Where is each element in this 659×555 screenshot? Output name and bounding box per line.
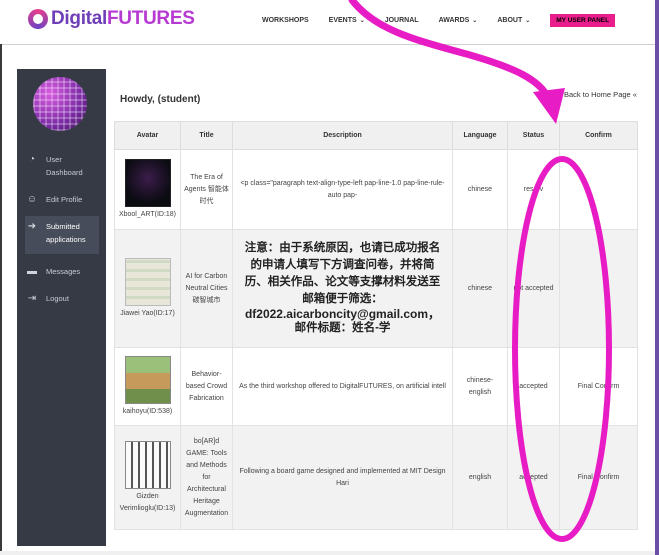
confirm-cell[interactable]: Final Confirm (559, 347, 638, 426)
title-cell: bo[AR]d GAME: Tools and Methods for Arch… (180, 425, 233, 530)
logo-text-futures: FUTURES (106, 8, 195, 29)
column-header-status: Status (507, 121, 560, 150)
main-content: Howdy, (student) Back to Home Page « Ava… (106, 69, 641, 546)
logo-text-digital: Digital (51, 8, 107, 29)
my-user-panel-button[interactable]: MY USER PANEL (550, 14, 616, 27)
column-header-avatar: Avatar (114, 121, 181, 150)
workshop-thumbnail[interactable] (124, 440, 171, 489)
description-cell: 注意：由于系统原因，也请已成功报名 的申请人填写下方调查问卷，并将简 历、相关作… (232, 229, 453, 348)
column-header-description: Description (232, 121, 453, 150)
site-logo[interactable]: DigitalFUTURES (28, 8, 195, 30)
language-cell: english (452, 425, 508, 530)
title-cell: AI for Carbon Neutral Cities 碳智城市 (180, 229, 233, 348)
notice-email: df2022.aicarboncity@gmail.com， (244, 307, 441, 321)
sign-in-icon: ➜ (27, 220, 37, 232)
main-nav: WORKSHOPS EVENTS ⌄ JOURNAL AWARDS ⌄ ABOUT ⌄… (262, 14, 616, 27)
language-cell: chinese (452, 229, 508, 348)
notice-line: 历、相关作品、论文等支撑材料发送至 (244, 276, 441, 288)
nav-events[interactable]: EVENTS ⌄ (329, 17, 365, 24)
description-cell: <p class="paragraph text-align-type-left… (232, 149, 453, 230)
column-header-title: Title (180, 121, 233, 150)
language-cell: chinese-english (452, 347, 508, 426)
table-row: Gizden Verimlioglu(ID:13) bo[AR]d GAME: … (114, 425, 638, 530)
table-row: Jiawei Yao(ID:17) AI for Carbon Neutral … (114, 229, 638, 348)
avatar-cell: Jiawei Yao(ID:17) (114, 229, 181, 348)
nav-workshops[interactable]: WORKSHOPS (262, 17, 309, 24)
back-to-home-link[interactable]: Back to Home Page « (564, 90, 637, 99)
sidebar: ◔ User Dashboard ☺ Edit Profile ➜ Submit… (17, 69, 106, 546)
title-cell: The Era of Agents 智能体时代 (180, 149, 233, 230)
user-icon: ☺ (26, 193, 38, 205)
notice-line: 注意：由于系统原因，也请已成功报名 (244, 242, 441, 254)
nav-awards[interactable]: AWARDS ⌄ (439, 17, 478, 24)
table-row: Xbool_ART(ID:18) The Era of Agents 智能体时代… (114, 149, 638, 230)
nav-journal[interactable]: JOURNAL (385, 17, 419, 24)
avatar-name: Jiawei Yao(ID:17) (120, 309, 175, 317)
avatar[interactable] (33, 77, 87, 131)
notice-line: 邮箱便于筛选： (302, 293, 383, 305)
sidebar-item-label: User Dashboard (46, 155, 83, 177)
column-header-language: Language (452, 121, 508, 150)
description-cell: As the third workshop offered to Digital… (232, 347, 453, 426)
chevron-down-icon: ⌄ (359, 18, 365, 24)
logout-icon: ⇥ (27, 292, 37, 304)
table-header-row: Avatar Title Description Language Status… (114, 121, 638, 150)
description-cell: Following a board game designed and impl… (232, 425, 453, 530)
logo-icon (28, 9, 48, 29)
notice-line: 的申请人填写下方调查问卷，并将简 (250, 259, 435, 271)
confirm-cell[interactable]: Final Confirm (559, 425, 638, 530)
sidebar-item-label: Messages (46, 267, 81, 276)
sidebar-item-edit-profile[interactable]: ☺ Edit Profile (25, 193, 99, 206)
applications-table: Avatar Title Description Language Status… (114, 121, 638, 530)
sidebar-item-logout[interactable]: ⇥ Logout (25, 292, 99, 305)
workshop-thumbnail[interactable] (124, 158, 171, 207)
sidebar-item-submitted-applications[interactable]: ➜ Submitted applications (25, 216, 99, 254)
nav-about[interactable]: ABOUT ⌄ (497, 17, 530, 24)
sidebar-item-dashboard[interactable]: ◔ User Dashboard (25, 153, 99, 179)
dashboard-icon: ◔ (28, 153, 36, 165)
column-header-confirm: Confirm (559, 121, 638, 150)
status-cell: reserv (507, 149, 560, 230)
workshop-thumbnail[interactable] (124, 257, 171, 306)
avatar-name: Gizden Verimlioglu(ID:13) (119, 492, 176, 512)
avatar-cell: kaihoyu(ID:538) (114, 347, 181, 426)
avatar-cell: Gizden Verimlioglu(ID:13) (114, 425, 181, 530)
page-title: Howdy, (student) (120, 94, 201, 105)
confirm-cell (559, 229, 638, 348)
chevron-down-icon: ⌄ (472, 18, 478, 24)
table-row: kaihoyu(ID:538) Behavior-based Crowd Fab… (114, 347, 638, 426)
language-cell: chinese (452, 149, 508, 230)
chevron-down-icon: ⌄ (525, 18, 531, 24)
avatar-name: Xbool_ART(ID:18) (118, 210, 177, 218)
confirm-cell (559, 149, 638, 230)
message-icon: ▬ (27, 265, 37, 277)
status-cell: not accepted (507, 229, 560, 348)
avatar-name: kaihoyu(ID:538) (122, 407, 173, 415)
sidebar-item-messages[interactable]: ▬ Messages (25, 265, 99, 278)
status-cell: accepted (507, 425, 560, 530)
site-header: DigitalFUTURES WORKSHOPS EVENTS ⌄ JOURNAL… (0, 0, 659, 44)
status-cell: accepted (507, 347, 560, 426)
title-cell: Behavior-based Crowd Fabrication (180, 347, 233, 426)
sidebar-item-label: Submitted applications (46, 222, 86, 244)
workshop-thumbnail[interactable] (124, 355, 171, 404)
sidebar-item-label: Edit Profile (46, 195, 83, 204)
notice-line: 邮件标题：姓名-学 (294, 322, 391, 334)
sidebar-item-label: Logout (46, 294, 69, 303)
avatar-cell: Xbool_ART(ID:18) (114, 149, 181, 230)
